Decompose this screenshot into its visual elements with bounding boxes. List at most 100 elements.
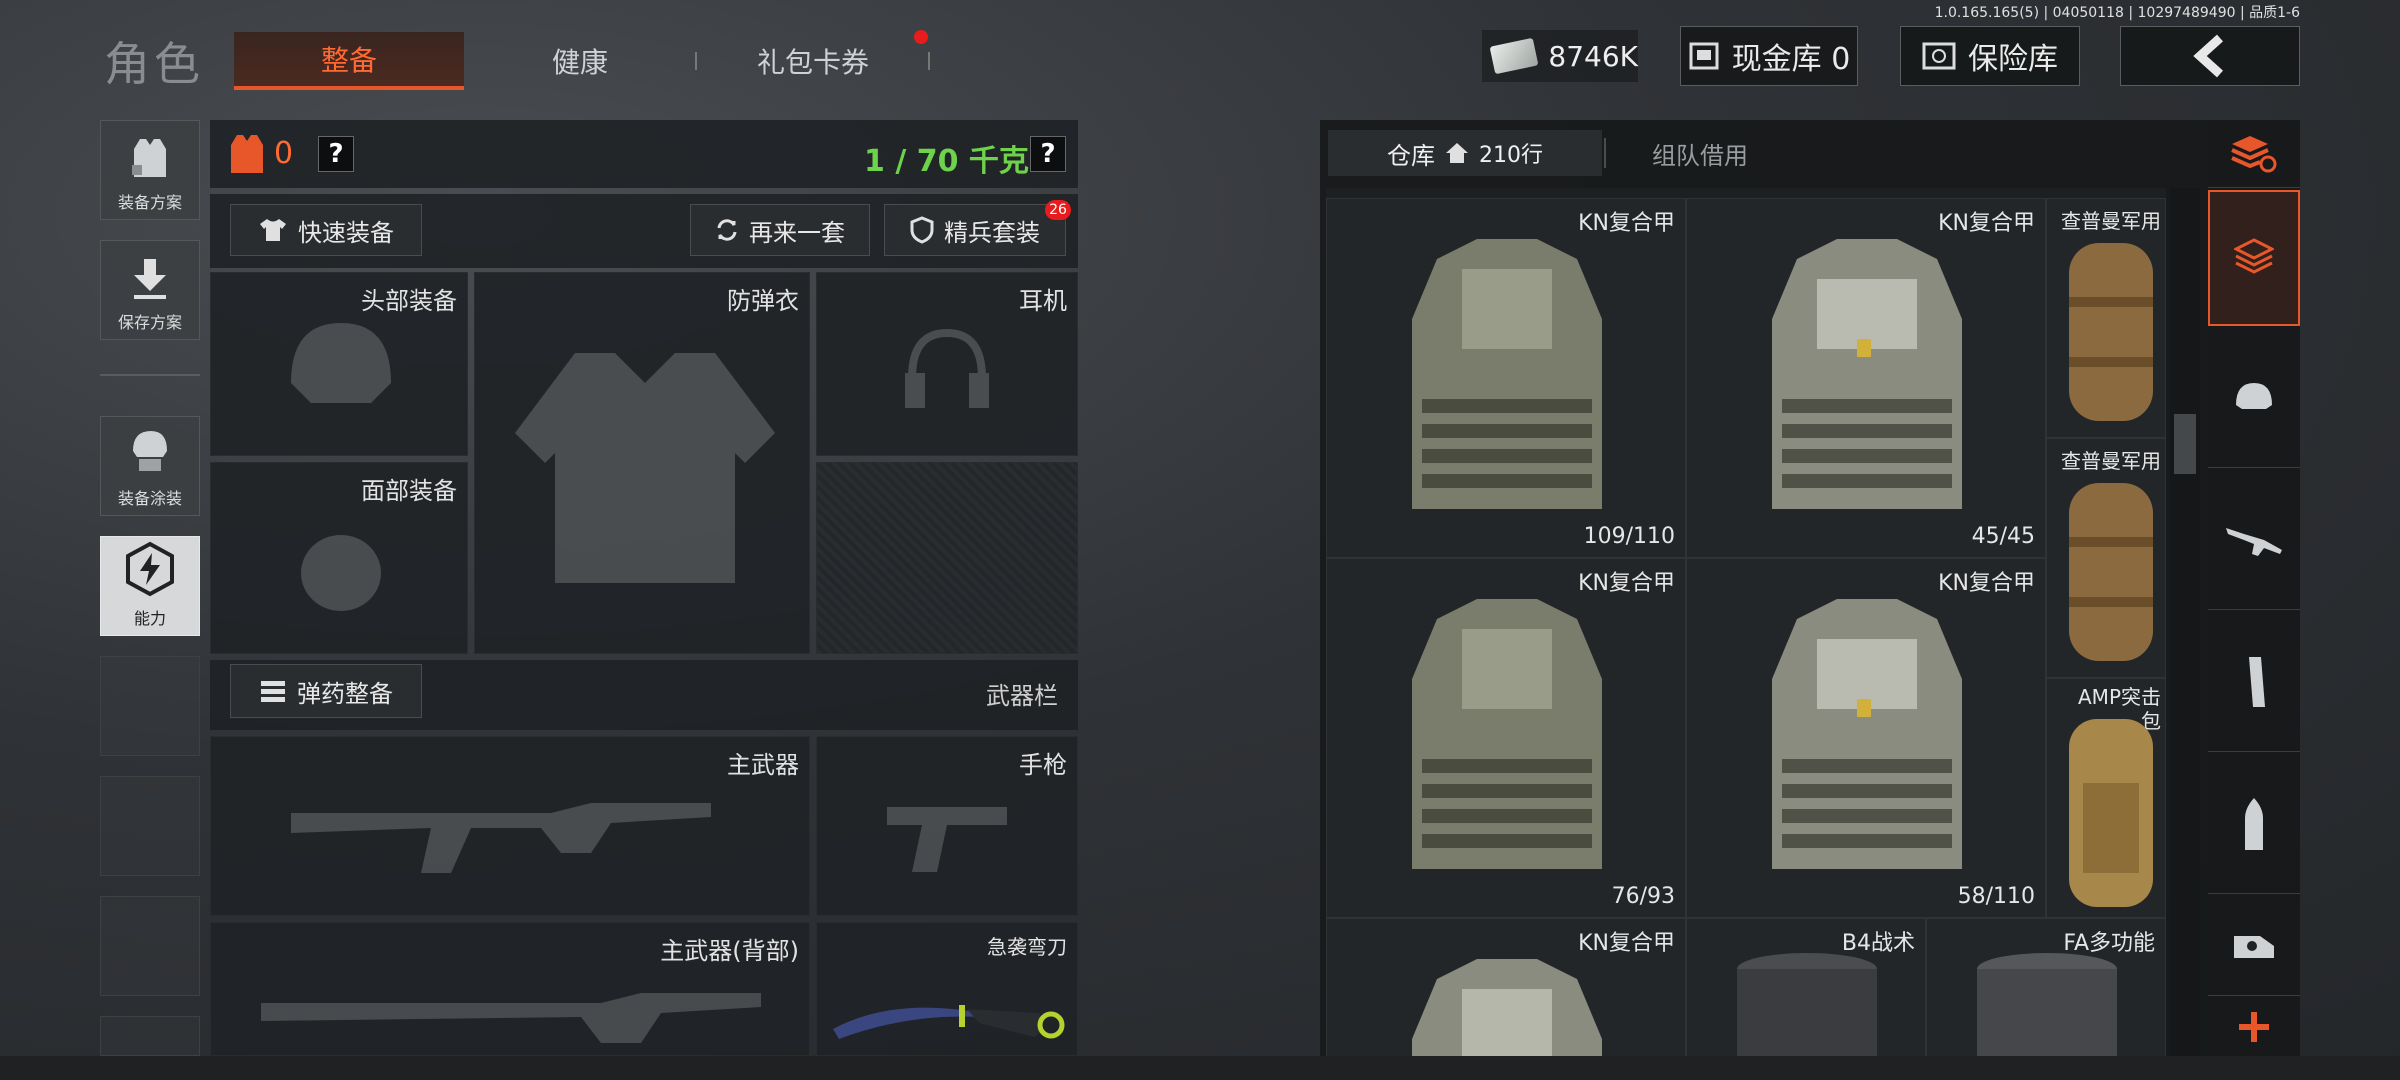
- tab-warehouse-label: 仓库: [1387, 141, 1435, 170]
- slot-vest[interactable]: 防弹衣: [474, 272, 810, 654]
- shield-icon: [910, 216, 934, 244]
- item-durability: 109/110: [1583, 524, 1675, 549]
- elite-set-button[interactable]: 精兵套装: [884, 204, 1066, 256]
- slot-empty-grid: [816, 462, 1078, 654]
- item-kn-armor[interactable]: KN复合甲 45/45: [1686, 198, 2046, 558]
- armor-count: 0: [274, 136, 294, 171]
- slot-melee[interactable]: 急袭弯刀: [816, 922, 1078, 1056]
- slot-primary-back[interactable]: 主武器(背部): [210, 922, 810, 1056]
- tab-team-borrow[interactable]: 组队借用: [1606, 130, 1794, 176]
- kn-armor-vest-icon: [1772, 599, 1962, 869]
- ammo-prep-button[interactable]: 弹药整备: [230, 664, 422, 718]
- quick-equip-button[interactable]: 快速装备: [230, 204, 422, 256]
- sidebar-item-label: 装备涂装: [117, 489, 182, 508]
- item-chapman-bag[interactable]: 查普曼军用: [2046, 438, 2166, 678]
- slot-face-label: 面部装备: [361, 477, 457, 505]
- currency-value: 8746K: [1548, 39, 1638, 73]
- slot-ear[interactable]: 耳机: [816, 272, 1078, 456]
- warehouse-rows: 210行: [1479, 143, 1543, 168]
- sidebar-empty-slot: [100, 656, 200, 756]
- ammo-stack-icon: [261, 681, 285, 702]
- bottom-bar: [0, 1056, 2400, 1080]
- helmet-placeholder-icon: [291, 323, 391, 403]
- item-durability: 45/45: [1971, 524, 2035, 549]
- slot-head[interactable]: 头部装备: [210, 272, 468, 456]
- item-kn-armor[interactable]: KN复合甲 58/110: [1686, 558, 2046, 918]
- warehouse-scrollbar[interactable]: [2170, 188, 2200, 1056]
- slot-primary-label: 主武器: [727, 751, 799, 779]
- help-glyph: ?: [1040, 139, 1056, 169]
- shirt-icon: [260, 219, 286, 241]
- armor-help-button[interactable]: ?: [318, 136, 354, 172]
- tactical-bag-icon: [1737, 953, 1877, 1056]
- item-name: 查普曼军用: [2061, 209, 2161, 233]
- item-b4-tactical[interactable]: B4战术: [1686, 918, 1926, 1056]
- category-scope[interactable]: [2208, 896, 2300, 996]
- category-ammo[interactable]: [2208, 754, 2300, 894]
- currency-display: 8746K: [1482, 30, 1638, 82]
- slot-melee-label: 急袭弯刀: [987, 935, 1067, 959]
- tab-divider: [695, 52, 697, 70]
- tab-divider: [928, 52, 930, 70]
- category-layers[interactable]: [2208, 190, 2300, 326]
- mask-placeholder-icon: [301, 535, 381, 611]
- category-rifle[interactable]: [2208, 470, 2300, 610]
- download-save-icon: [134, 259, 166, 299]
- item-kn-armor[interactable]: KN复合甲: [1326, 918, 1686, 1056]
- cash-vault-label: 现金库 0: [1731, 42, 1851, 77]
- sidebar-item-loadout-plans[interactable]: 装备方案: [100, 120, 200, 220]
- slot-primary-weapon[interactable]: 主武器: [210, 736, 810, 916]
- category-helmet[interactable]: [2208, 328, 2300, 468]
- karambit-knife-icon: [833, 1005, 1065, 1039]
- sidebar-divider: [100, 374, 200, 376]
- sidebar-item-save-plan[interactable]: 保存方案: [100, 240, 200, 340]
- scope-icon: [2234, 935, 2274, 958]
- elite-set-badge: 26: [1045, 200, 1071, 220]
- safe-button[interactable]: 保险库: [1900, 26, 2080, 86]
- sidebar-item-ability[interactable]: 能力: [100, 536, 200, 636]
- vest-loadout-icon: [132, 139, 166, 177]
- category-magazine[interactable]: [2208, 612, 2300, 752]
- tab-equip[interactable]: 整备: [234, 32, 464, 90]
- warehouse-grid: KN复合甲 109/110 KN复合甲 45/45 查普曼军用 查普曼军用 KN…: [1326, 188, 2166, 1056]
- slot-ear-label: 耳机: [1019, 287, 1067, 315]
- sidebar-item-skins[interactable]: 装备涂装: [100, 416, 200, 516]
- ammo-prep-label: 弹药整备: [297, 679, 393, 708]
- sidebar-item-label: 保存方案: [117, 313, 182, 332]
- sidebar-empty-slot: [100, 776, 200, 876]
- magazine-icon: [2249, 656, 2265, 707]
- weight-help-button[interactable]: ?: [1030, 136, 1066, 172]
- category-all[interactable]: [2208, 120, 2300, 188]
- safe-label: 保险库: [1968, 42, 2058, 77]
- stack-refresh-icon: [2231, 135, 2277, 172]
- tab-health[interactable]: 健康: [465, 32, 695, 90]
- slot-pistol[interactable]: 手枪: [816, 736, 1078, 916]
- elite-set-label: 精兵套装: [944, 218, 1040, 247]
- item-kn-armor[interactable]: KN复合甲 76/93: [1326, 558, 1686, 918]
- item-kn-armor[interactable]: KN复合甲 109/110: [1326, 198, 1686, 558]
- equipment-header: 0 ? 1 / 70 千克 ?: [210, 120, 1078, 188]
- item-amp-assault-pack[interactable]: AMP突击包: [2046, 678, 2166, 918]
- cash-vault-button[interactable]: 现金库 0: [1680, 26, 1858, 86]
- kn-armor-vest-icon: [1412, 239, 1602, 509]
- rifle-placeholder-icon: [261, 993, 761, 1043]
- chevron-left-icon: [2193, 34, 2224, 78]
- item-chapman-bag[interactable]: 查普曼军用: [2046, 198, 2166, 438]
- back-button[interactable]: [2120, 26, 2300, 86]
- rifle-placeholder-icon: [291, 803, 711, 873]
- item-fa-multi[interactable]: FA多功能: [1926, 918, 2166, 1056]
- reroll-label: 再来一套: [749, 218, 845, 247]
- slot-vest-label: 防弹衣: [727, 287, 799, 315]
- equipment-toolbar: 快速装备 再来一套 精兵套装 26: [210, 194, 1078, 268]
- tab-warehouse[interactable]: 仓库 210行: [1328, 130, 1602, 176]
- slot-face[interactable]: 面部装备: [210, 462, 468, 654]
- scrollbar-thumb[interactable]: [2174, 414, 2196, 474]
- kn-armor-vest-icon: [1412, 959, 1602, 1056]
- badge-count: 26: [1049, 202, 1067, 218]
- tab-gift-label: 礼包卡券: [756, 46, 869, 79]
- reroll-button[interactable]: 再来一套: [690, 204, 870, 256]
- tab-gift-coupons[interactable]: 礼包卡券: [698, 32, 928, 90]
- sidebar-item-label: 能力: [133, 609, 166, 628]
- helmet-icon: [2236, 382, 2272, 409]
- add-category-button[interactable]: [2208, 998, 2300, 1056]
